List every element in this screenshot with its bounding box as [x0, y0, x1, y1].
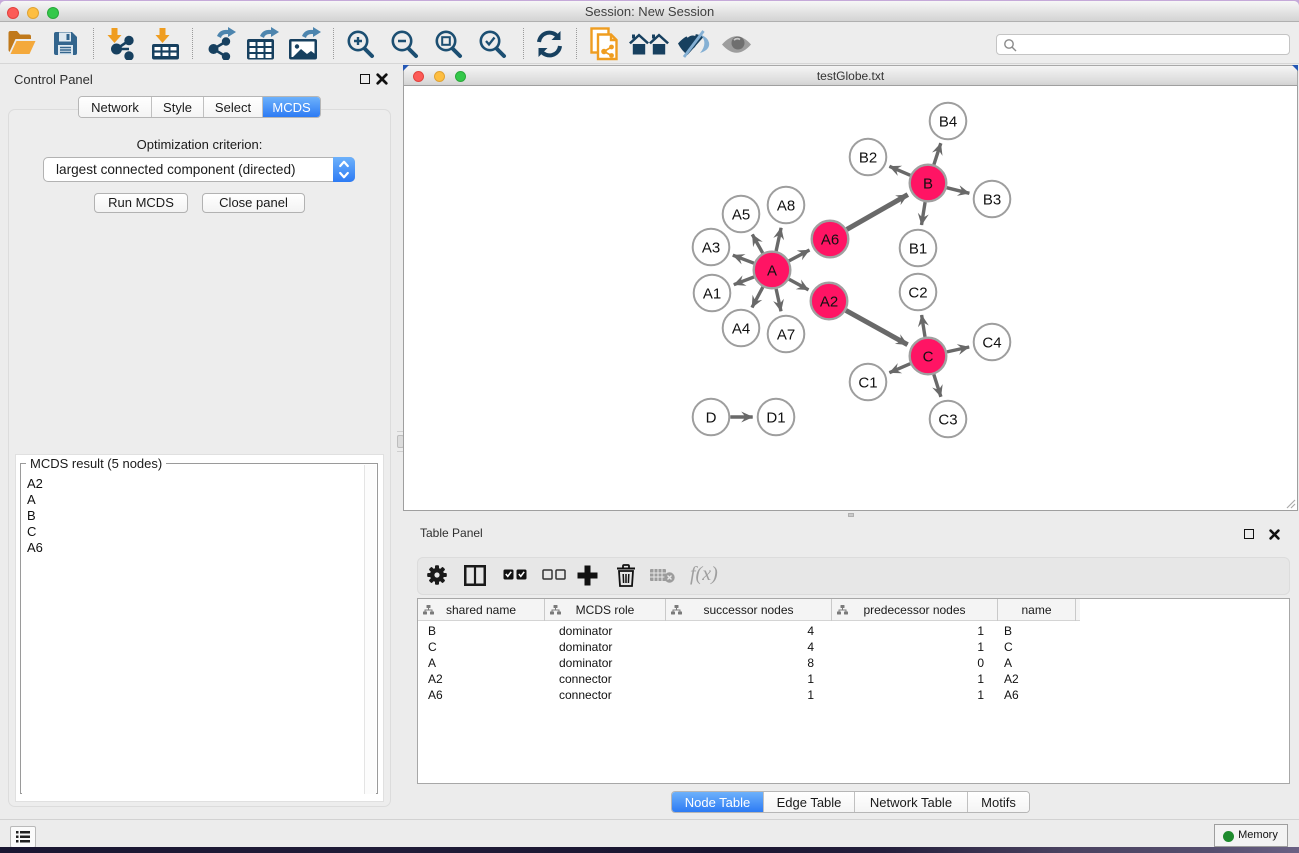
svg-text:C2: C2: [908, 285, 927, 302]
svg-text:D1: D1: [766, 410, 785, 427]
svg-text:A: A: [767, 263, 777, 280]
svg-text:A3: A3: [702, 240, 720, 257]
svg-text:B: B: [923, 176, 933, 193]
svg-text:C1: C1: [858, 375, 877, 392]
svg-text:A1: A1: [703, 286, 721, 303]
svg-text:A8: A8: [777, 198, 795, 215]
svg-text:C: C: [923, 349, 934, 366]
svg-text:B1: B1: [909, 241, 927, 258]
svg-text:D: D: [706, 410, 717, 427]
svg-text:A5: A5: [732, 207, 750, 224]
svg-text:A2: A2: [820, 294, 838, 311]
svg-text:B4: B4: [939, 114, 957, 131]
svg-text:A7: A7: [777, 327, 795, 344]
svg-text:A6: A6: [821, 232, 839, 249]
svg-text:C3: C3: [938, 412, 957, 429]
svg-text:C4: C4: [982, 335, 1001, 352]
svg-text:A4: A4: [732, 321, 750, 338]
svg-text:B3: B3: [983, 192, 1001, 209]
svg-text:B2: B2: [859, 150, 877, 167]
